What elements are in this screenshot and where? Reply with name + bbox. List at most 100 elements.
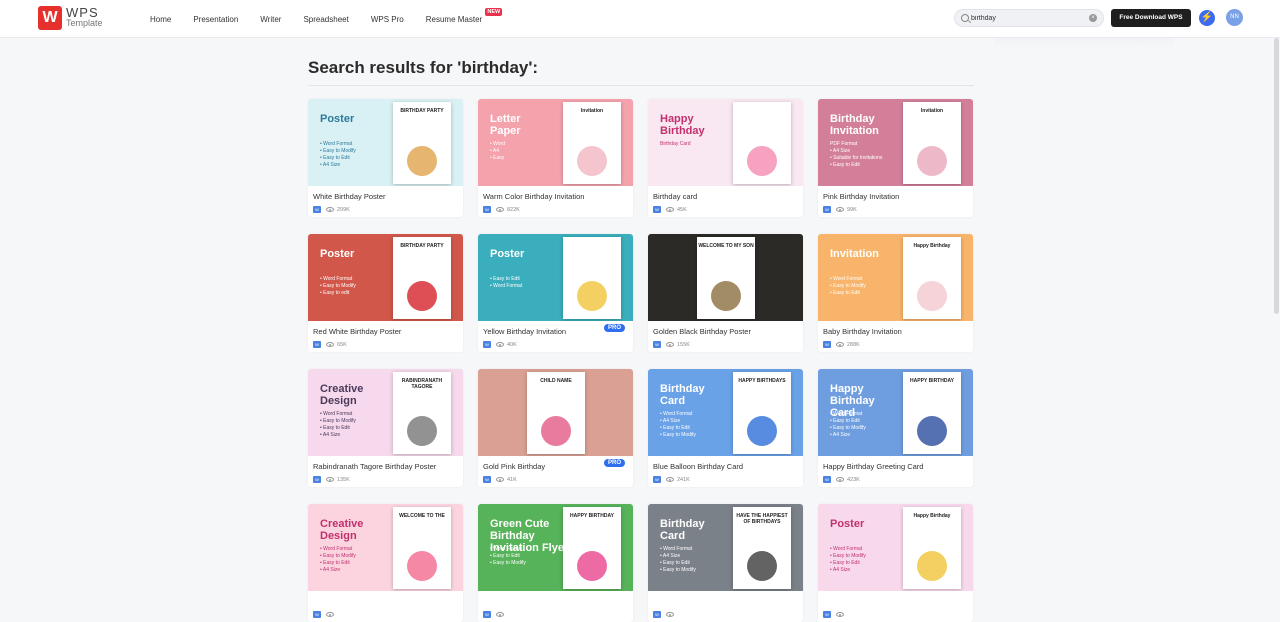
template-card[interactable]: Birthday Card • Word Format • A4 Size • E…: [648, 369, 803, 487]
template-thumbnail[interactable]: WELCOME TO MY SON: [648, 234, 803, 321]
template-card[interactable]: Creative Design • Word Format • Easy to M…: [308, 369, 463, 487]
document-title: Invitation: [580, 108, 604, 114]
template-thumbnail[interactable]: Invitation • Word Format • Easy to Modify…: [818, 234, 973, 321]
template-thumbnail[interactable]: Creative Design • Word Format • Easy to M…: [308, 369, 463, 456]
eye-icon: [666, 207, 674, 212]
eye-icon: [666, 342, 674, 347]
thumbnail-bullets: • Word Format • Easy to Modify • Easy to…: [320, 411, 356, 438]
thumbnail-title: Creative Design: [320, 383, 364, 407]
new-badge: NEW: [485, 7, 503, 16]
lightning-icon[interactable]: ⚡: [1199, 10, 1215, 26]
avatar[interactable]: NN: [1226, 9, 1243, 26]
view-count: 45K: [677, 206, 687, 213]
template-thumbnail[interactable]: Poster • Easy to Edit • Word Format: [478, 234, 633, 321]
template-card[interactable]: Invitation • Word Format • Easy to Modify…: [818, 234, 973, 352]
template-card[interactable]: Birthday Invitation PDF Format • A4 Size …: [818, 99, 973, 217]
template-thumbnail[interactable]: Poster • Word Format • Easy to Modify • E…: [308, 234, 463, 321]
search-input[interactable]: [971, 12, 1081, 24]
thumbnail-bullets: • Word Format • Easy to Modify • Easy to…: [320, 276, 356, 296]
card-title[interactable]: Pink Birthday Invitation: [823, 192, 899, 201]
card-title[interactable]: White Birthday Poster: [313, 192, 386, 201]
template-card[interactable]: Happy Birthday Birthday Card Birthday card…: [648, 99, 803, 217]
card-meta: W 822K: [483, 206, 520, 213]
template-card[interactable]: Poster • Word Format • Easy to Modify • E…: [818, 504, 973, 622]
template-thumbnail[interactable]: Happy Birthday Card • Word Format • Easy …: [818, 369, 973, 456]
card-title[interactable]: Golden Black Birthday Poster: [653, 327, 751, 336]
document-title: Happy Birthday: [913, 243, 951, 249]
card-title[interactable]: Yellow Birthday Invitation: [483, 327, 566, 336]
word-format-icon: W: [483, 206, 491, 213]
thumbnail-title: Birthday Invitation: [830, 113, 879, 137]
template-card[interactable]: Birthday Card • Word Format • A4 Size • E…: [648, 504, 803, 622]
template-card[interactable]: Poster • Word Format • Easy to Modify • E…: [308, 234, 463, 352]
template-thumbnail[interactable]: Poster • Word Format • Easy to Modify • E…: [308, 99, 463, 186]
card-title[interactable]: Rabindranath Tagore Birthday Poster: [313, 462, 436, 471]
card-meta: W: [823, 611, 847, 618]
template-thumbnail[interactable]: Happy Birthday Birthday Card: [648, 99, 803, 186]
template-thumbnail[interactable]: Poster • Word Format • Easy to Modify • E…: [818, 504, 973, 591]
nav-writer[interactable]: Writer: [260, 15, 281, 24]
card-meta: W: [653, 611, 677, 618]
document-title: HAVE THE HAPPIEST OF BIRTHDAYS: [736, 513, 788, 525]
word-format-icon: W: [483, 476, 491, 483]
document-preview: Happy Birthday: [903, 507, 961, 589]
card-meta: W 45K: [653, 206, 687, 213]
card-title[interactable]: Baby Birthday Invitation: [823, 327, 902, 336]
logo-line2: Template: [66, 18, 103, 28]
template-card[interactable]: Happy Birthday Card • Word Format • Easy …: [818, 369, 973, 487]
wps-logo[interactable]: W WPS Template: [38, 6, 103, 30]
card-meta: W: [483, 611, 507, 618]
template-card[interactable]: CHILD NAME Gold Pink Birthday W 41K PRO: [478, 369, 633, 487]
template-thumbnail[interactable]: Letter Paper • Word • A4 • Easy Invitation: [478, 99, 633, 186]
thumbnail-title: Birthday Card: [660, 518, 705, 542]
thumbnail-bullets: PDF Format • A4 Size • Suitable for Invi…: [830, 141, 883, 168]
document-preview: HAPPY BIRTHDAY: [903, 372, 961, 454]
card-title[interactable]: Red White Birthday Poster: [313, 327, 401, 336]
template-thumbnail[interactable]: Creative Design • Word Format • Easy to M…: [308, 504, 463, 591]
template-card[interactable]: Green Cute Birthday Invitation Flyer • Wo…: [478, 504, 633, 622]
template-thumbnail[interactable]: CHILD NAME: [478, 369, 633, 456]
card-meta: W: [313, 611, 337, 618]
view-count: 822K: [507, 206, 520, 213]
template-thumbnail[interactable]: Birthday Card • Word Format • A4 Size • E…: [648, 504, 803, 591]
document-title: HAPPY BIRTHDAY: [910, 378, 954, 384]
template-card[interactable]: Creative Design • Word Format • Easy to M…: [308, 504, 463, 622]
word-format-icon: W: [823, 206, 831, 213]
search-box[interactable]: ×: [954, 9, 1104, 27]
eye-icon: [666, 477, 674, 482]
nav-resume-master[interactable]: Resume Master NEW: [426, 7, 503, 24]
card-title[interactable]: Birthday card: [653, 192, 697, 201]
thumbnail-bullets: • Word • A4 • Easy: [490, 141, 505, 161]
template-thumbnail[interactable]: Green Cute Birthday Invitation Flyer • Wo…: [478, 504, 633, 591]
template-card[interactable]: Poster • Word Format • Easy to Modify • E…: [308, 99, 463, 217]
thumbnail-bullets: • Word Format • A4 Size • Easy to Edit •…: [660, 411, 696, 438]
nav-presentation[interactable]: Presentation: [193, 15, 238, 24]
view-count: 135K: [337, 476, 350, 483]
document-illustration: [917, 146, 947, 176]
template-card[interactable]: Poster • Easy to Edit • Word Format Yellow…: [478, 234, 633, 352]
nav-wps-pro[interactable]: WPS Pro: [371, 15, 404, 24]
template-card[interactable]: WELCOME TO MY SON Golden Black Birthday P…: [648, 234, 803, 352]
free-download-button[interactable]: Free Download WPS: [1111, 9, 1191, 27]
word-format-icon: W: [653, 206, 661, 213]
template-thumbnail[interactable]: Birthday Invitation PDF Format • A4 Size …: [818, 99, 973, 186]
card-title[interactable]: Warm Color Birthday Invitation: [483, 192, 584, 201]
scrollbar[interactable]: [1274, 38, 1279, 314]
card-meta: W 155K: [653, 341, 690, 348]
clear-search-icon[interactable]: ×: [1089, 14, 1097, 22]
thumbnail-bullets: • Easy to Edit • Word Format: [490, 276, 523, 289]
card-title[interactable]: Blue Balloon Birthday Card: [653, 462, 743, 471]
word-format-icon: W: [313, 206, 321, 213]
card-title[interactable]: Gold Pink Birthday: [483, 462, 545, 471]
card-title[interactable]: Happy Birthday Greeting Card: [823, 462, 923, 471]
nav-spreadsheet[interactable]: Spreadsheet: [303, 15, 348, 24]
document-title: Invitation: [920, 108, 944, 114]
word-format-icon: W: [653, 341, 661, 348]
card-meta: W 65K: [313, 341, 347, 348]
nav-home[interactable]: Home: [150, 15, 171, 24]
card-meta: W 299K: [313, 206, 350, 213]
document-illustration: [747, 551, 777, 581]
word-format-icon: W: [653, 476, 661, 483]
template-card[interactable]: Letter Paper • Word • A4 • Easy Invitation…: [478, 99, 633, 217]
template-thumbnail[interactable]: Birthday Card • Word Format • A4 Size • E…: [648, 369, 803, 456]
